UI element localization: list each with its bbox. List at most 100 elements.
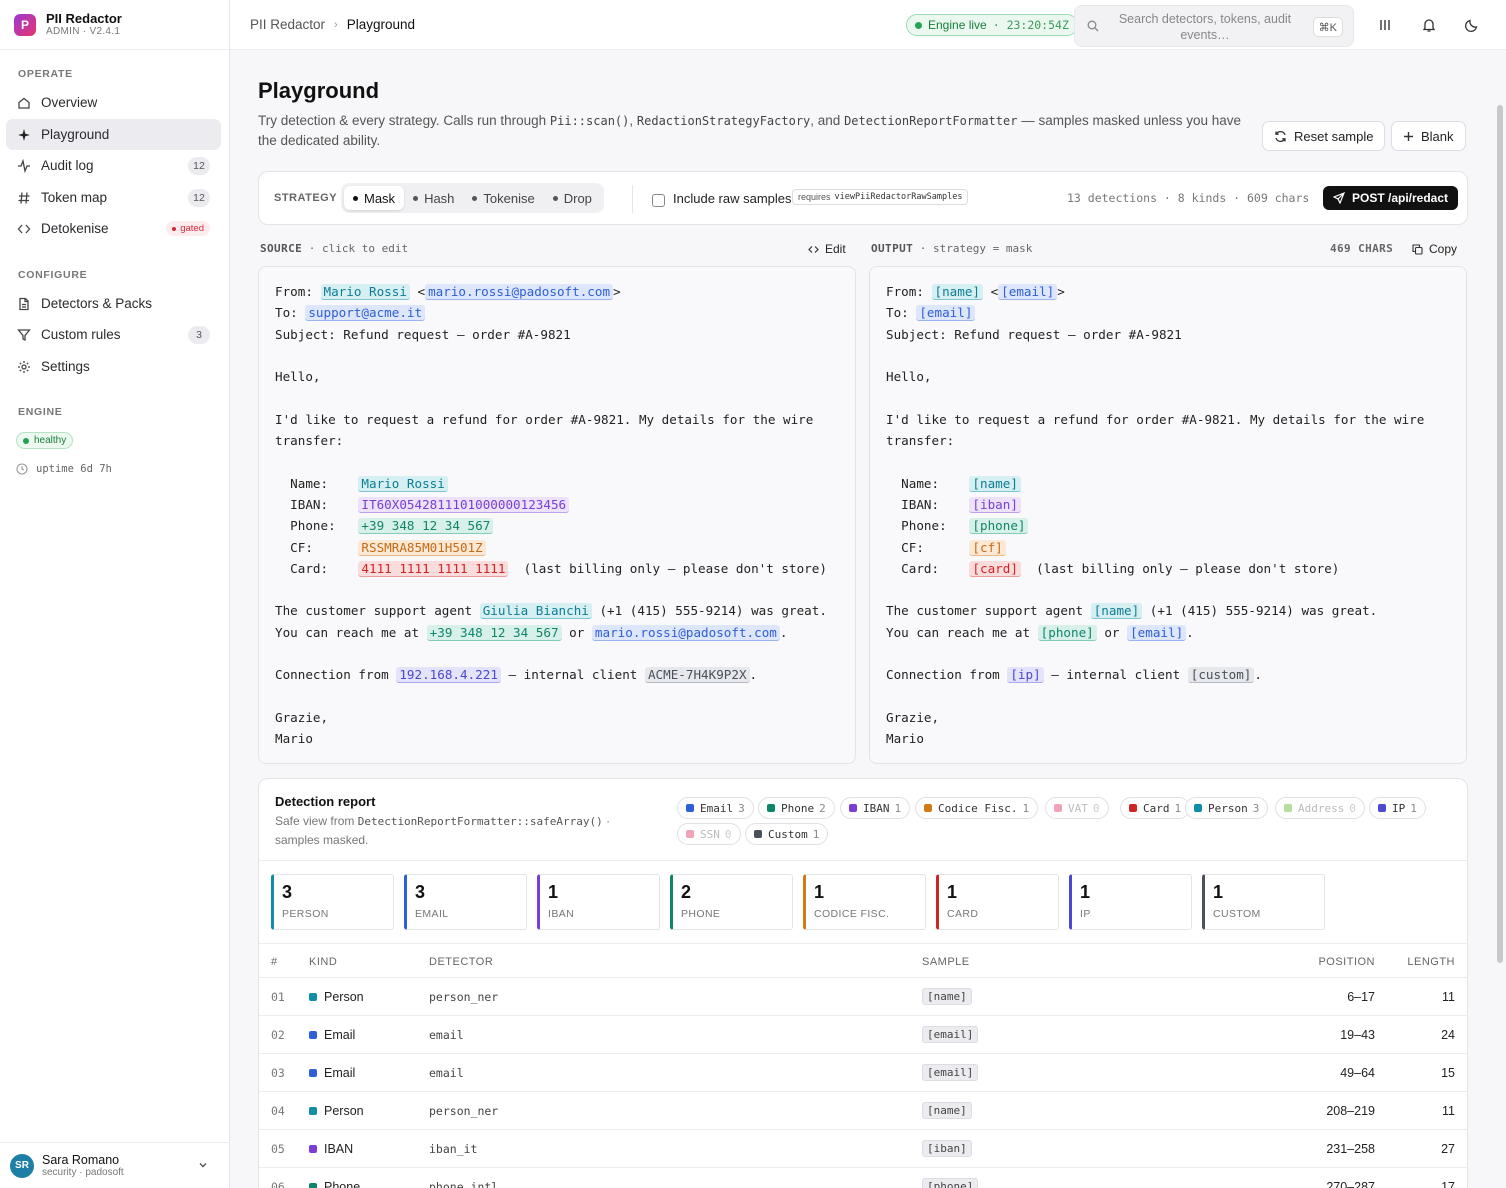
- token-cf: RSSMRA85M01H501Z: [358, 539, 486, 556]
- token-phone: [phone]: [1037, 624, 1097, 641]
- row-sample: [name]: [922, 1102, 972, 1119]
- gear-icon: [17, 360, 31, 374]
- sidebar-item-detokenise[interactable]: Detokenise gated: [6, 213, 221, 244]
- columns-icon[interactable]: [1377, 17, 1393, 33]
- kind-color-swatch: [767, 804, 775, 812]
- table-row[interactable]: 02 Email email [email] 19–43 24: [259, 1016, 1467, 1054]
- kind-chip[interactable]: Person 3: [1185, 797, 1269, 819]
- table-row[interactable]: 01 Person person_ner [name] 6–17 11: [259, 978, 1467, 1016]
- blank-button[interactable]: Blank: [1391, 121, 1466, 151]
- table-row[interactable]: 04 Person person_ner [name] 208–219 11: [259, 1092, 1467, 1130]
- token-email: mario.rossi@padosoft.com: [591, 624, 780, 641]
- table-row[interactable]: 05 IBAN iban_it [iban] 231–258 27: [259, 1130, 1467, 1168]
- kind-color-swatch: [686, 804, 694, 812]
- kind-chip-count: 0: [1092, 801, 1100, 815]
- table-row[interactable]: 03 Email email [email] 49–64 15: [259, 1054, 1467, 1092]
- kind-chip-label: Address: [1298, 801, 1345, 815]
- kind-chip[interactable]: IBAN 1: [840, 797, 911, 819]
- row-kind-label: IBAN: [324, 1142, 354, 1156]
- sidebar-item-token-map[interactable]: Token map 12: [6, 182, 221, 213]
- chevron-right-icon: ›: [334, 18, 338, 31]
- chevron-down-icon[interactable]: [197, 1159, 209, 1174]
- row-sample: [email]: [922, 1026, 979, 1043]
- sidebar-item-label: Overview: [41, 95, 98, 110]
- kind-chip[interactable]: IP 1: [1369, 797, 1426, 819]
- card-label: CUSTOM: [1213, 908, 1261, 920]
- nav-count-badge: 12: [188, 156, 210, 175]
- row-index: 05: [271, 1142, 285, 1156]
- strategy-option-hash[interactable]: Hash: [404, 186, 463, 210]
- kind-chip[interactable]: Codice Fisc. 1: [915, 797, 1039, 819]
- row-sample: [iban]: [922, 1140, 972, 1157]
- token-person: [name]: [931, 284, 983, 300]
- app-version: ADMIN · V2.4.1: [46, 26, 121, 38]
- card-label: IP: [1080, 908, 1091, 920]
- kind-chip-count: 1: [894, 801, 902, 815]
- row-sample: [email]: [922, 1064, 979, 1081]
- source-editor[interactable]: From: Mario Rossi < mario.rossi@padosoft.…: [258, 266, 856, 764]
- card-label: EMAIL: [415, 908, 449, 920]
- app-name: PII Redactor: [46, 10, 122, 26]
- sidebar-item-settings[interactable]: Settings: [6, 351, 221, 382]
- sidebar-item-overview[interactable]: Overview: [6, 87, 221, 118]
- bell-icon[interactable]: [1421, 17, 1437, 33]
- kind-chip[interactable]: Custom 1: [745, 823, 829, 845]
- sidebar-item-custom-rules[interactable]: Custom rules 3: [6, 319, 221, 350]
- row-sample: [phone]: [922, 1178, 979, 1188]
- kind-summary-card: 2 PHONE: [670, 874, 793, 930]
- row-position: 231–258: [1326, 1142, 1375, 1156]
- sidebar: P PII Redactor ADMIN · V2.4.1 OPERATE Ov…: [0, 0, 230, 1188]
- kind-chip[interactable]: SSN 0: [677, 823, 741, 845]
- moon-icon[interactable]: [1464, 17, 1480, 33]
- col-index: #: [271, 956, 278, 968]
- search-icon: [1087, 20, 1099, 35]
- token-person: [name]: [969, 475, 1021, 492]
- reset-sample-button[interactable]: Reset sample: [1262, 121, 1386, 151]
- output-label: OUTPUT · strategy = mask: [871, 242, 1033, 255]
- token-phone: [phone]: [969, 518, 1029, 535]
- breadcrumb-root[interactable]: PII Redactor: [250, 17, 325, 32]
- search-input[interactable]: Search detectors, tokens, audit events… …: [1074, 5, 1354, 47]
- sidebar-item-detectors[interactable]: Detectors & Packs: [6, 288, 221, 319]
- token-person: Mario Rossi: [320, 284, 410, 300]
- include-raw-checkbox[interactable]: [652, 194, 665, 207]
- row-index: 02: [271, 1028, 285, 1042]
- strategy-option-drop[interactable]: Drop: [544, 186, 601, 210]
- kind-chip[interactable]: Address 0: [1275, 797, 1365, 819]
- row-length: 24: [1441, 1028, 1455, 1042]
- breadcrumb-current: Playground: [346, 17, 416, 32]
- kind-chip[interactable]: Phone 2: [758, 797, 835, 819]
- kind-color-swatch: [686, 830, 694, 838]
- card-count: 2: [681, 882, 692, 902]
- edit-button[interactable]: Edit: [808, 242, 846, 256]
- kind-chip[interactable]: VAT 0: [1045, 797, 1109, 819]
- kind-color-swatch: [754, 830, 762, 838]
- sidebar-item-playground[interactable]: Playground: [6, 119, 221, 150]
- report-title: Detection report: [275, 794, 376, 809]
- strategy-option-tokenise[interactable]: Tokenise: [463, 186, 543, 210]
- user-menu[interactable]: SR Sara Romano security · padosoft: [0, 1142, 229, 1188]
- sidebar-item-audit-log[interactable]: Audit log 12: [6, 150, 221, 181]
- gated-badge: gated: [166, 221, 210, 236]
- kind-chip[interactable]: Email 3: [677, 797, 754, 819]
- post-redact-button[interactable]: POST /api/redact: [1323, 186, 1459, 210]
- row-kind-label: Email: [324, 1028, 356, 1042]
- row-kind: Email: [309, 1028, 355, 1042]
- kind-chip[interactable]: Card 1: [1120, 797, 1191, 819]
- row-length: 15: [1441, 1066, 1455, 1080]
- nav-count-badge: 12: [188, 188, 210, 207]
- strategy-option-mask[interactable]: Mask: [344, 186, 405, 210]
- output-char-count: 469 CHARS: [1330, 242, 1394, 255]
- table-row[interactable]: 06 Phone phone_intl [phone] 270–287 17: [259, 1168, 1467, 1188]
- detection-stats: 13 detections · 8 kinds · 609 chars: [1067, 191, 1310, 205]
- kind-color-swatch: [849, 804, 857, 812]
- scrollbar[interactable]: [1497, 105, 1503, 963]
- row-kind: Person: [309, 990, 364, 1004]
- row-kind: Phone: [309, 1180, 360, 1188]
- row-detector: person_ner: [429, 1104, 499, 1118]
- token-person: Mario Rossi: [358, 475, 448, 492]
- avatar: SR: [10, 1153, 34, 1178]
- copy-button[interactable]: Copy: [1412, 242, 1457, 256]
- include-raw-label[interactable]: Include raw samples: [673, 191, 792, 206]
- brand[interactable]: P PII Redactor ADMIN · V2.4.1: [0, 0, 229, 50]
